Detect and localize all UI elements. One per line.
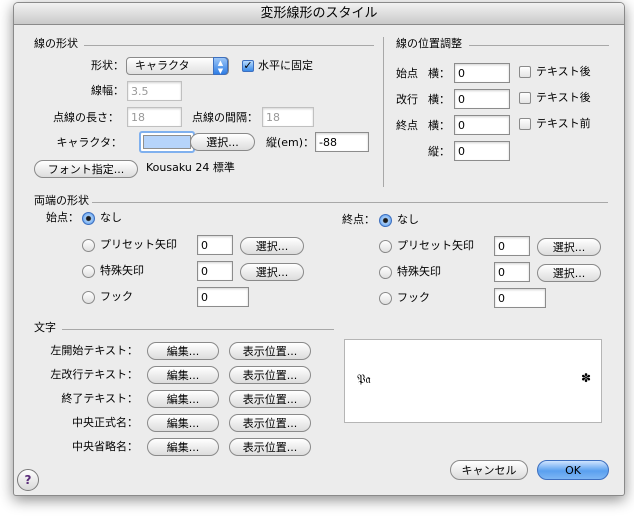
start-special-label: 特殊矢印 bbox=[100, 264, 144, 277]
pos-start-x-field[interactable]: 0 bbox=[454, 63, 510, 83]
start-preset-select-button[interactable]: 選択... bbox=[240, 237, 304, 255]
preview-start-glyph: 𝔓𝔞 bbox=[357, 372, 371, 386]
dash-gap-field[interactable]: 18 bbox=[262, 107, 314, 127]
vertical-em-label: 縦(em)： bbox=[266, 136, 315, 149]
start-preset-radio[interactable] bbox=[82, 239, 95, 252]
end-special-radio[interactable] bbox=[379, 266, 392, 279]
text-row-label-center-short: 中央省略名： bbox=[72, 440, 138, 453]
pos-row-start-axis: 横： bbox=[428, 67, 450, 80]
end-preset-select-button[interactable]: 選択... bbox=[537, 238, 601, 256]
divider bbox=[92, 202, 608, 203]
section-divider bbox=[383, 37, 384, 187]
start-preset-field[interactable]: 0 bbox=[197, 235, 233, 255]
start-preset-label: プリセット矢印 bbox=[100, 238, 177, 251]
start-hook-label: フック bbox=[100, 290, 133, 303]
dash-length-field[interactable]: 18 bbox=[127, 107, 182, 127]
popup-arrows-icon: ▲ ▼ bbox=[213, 57, 228, 75]
left-break-edit-button[interactable]: 編集... bbox=[147, 366, 219, 384]
character-swatch[interactable] bbox=[139, 131, 195, 153]
font-button[interactable]: フォント指定... bbox=[34, 160, 138, 178]
pos-end-checkbox[interactable] bbox=[519, 118, 531, 130]
text-row-label-center-formal: 中央正式名： bbox=[72, 416, 138, 429]
fix-horizontal-checkbox[interactable]: ✓ bbox=[242, 60, 254, 72]
end-special-field[interactable]: 0 bbox=[494, 262, 530, 282]
character-select-button[interactable]: 選択... bbox=[190, 133, 255, 151]
ok-button[interactable]: OK bbox=[537, 460, 609, 480]
vertical-em-field[interactable]: -88 bbox=[315, 132, 369, 152]
pos-row-start-label: 始点 bbox=[396, 67, 418, 80]
ends-start-label: 始点： bbox=[46, 211, 79, 224]
pos-row-break-axis: 横： bbox=[428, 93, 450, 106]
width-field[interactable]: 3.5 bbox=[127, 81, 182, 101]
start-hook-radio[interactable] bbox=[82, 291, 95, 304]
pos-break-x-field[interactable]: 0 bbox=[454, 89, 510, 109]
start-special-field[interactable]: 0 bbox=[197, 261, 233, 281]
pos-break-check-label: テキスト後 bbox=[536, 91, 591, 104]
font-info: Kousaku 24 標準 bbox=[146, 161, 235, 174]
center-formal-position-button[interactable]: 表示位置... bbox=[229, 414, 311, 432]
left-start-position-button[interactable]: 表示位置... bbox=[229, 342, 311, 360]
cancel-button[interactable]: キャンセル bbox=[450, 460, 528, 480]
pos-row-end-label: 終点 bbox=[396, 119, 418, 132]
end-special-label: 特殊矢印 bbox=[397, 265, 441, 278]
end-hook-label: フック bbox=[397, 291, 430, 304]
left-start-edit-button[interactable]: 編集... bbox=[147, 342, 219, 360]
fix-horizontal-label: 水平に固定 bbox=[258, 59, 313, 72]
end-none-label: なし bbox=[397, 213, 419, 226]
ends-end-label: 終点： bbox=[342, 213, 375, 226]
start-none-radio[interactable] bbox=[82, 212, 95, 225]
end-none-radio[interactable] bbox=[379, 214, 392, 227]
text-row-label-left-break: 左改行テキスト： bbox=[50, 368, 138, 381]
pos-end-x-field[interactable]: 0 bbox=[454, 115, 510, 135]
text-header: 文字 bbox=[34, 321, 56, 334]
end-hook-field[interactable]: 0 bbox=[494, 288, 546, 308]
start-special-radio[interactable] bbox=[82, 265, 95, 278]
text-row-label-end: 終了テキスト： bbox=[61, 392, 138, 405]
help-button[interactable]: ? bbox=[17, 469, 39, 491]
divider bbox=[469, 45, 609, 46]
shape-popup-value: キャラクタ bbox=[135, 59, 190, 72]
end-preset-field[interactable]: 0 bbox=[494, 236, 530, 256]
pos-vertical-field[interactable]: 0 bbox=[454, 141, 510, 161]
end-text-position-button[interactable]: 表示位置... bbox=[229, 390, 311, 408]
start-special-select-button[interactable]: 選択... bbox=[240, 263, 304, 281]
end-special-select-button[interactable]: 選択... bbox=[537, 264, 601, 282]
left-break-position-button[interactable]: 表示位置... bbox=[229, 366, 311, 384]
ends-header: 両端の形状 bbox=[34, 194, 89, 207]
preview-end-glyph: ✽ bbox=[581, 371, 592, 385]
pos-start-check-label: テキスト後 bbox=[536, 65, 591, 78]
dash-length-label: 点線の長さ： bbox=[53, 111, 119, 124]
pos-start-checkbox[interactable] bbox=[519, 66, 531, 78]
line-position-header: 線の位置調整 bbox=[396, 37, 462, 50]
end-hook-radio[interactable] bbox=[379, 292, 392, 305]
pos-end-check-label: テキスト前 bbox=[536, 117, 591, 130]
center-short-edit-button[interactable]: 編集... bbox=[147, 438, 219, 456]
pos-row-break-label: 改行 bbox=[396, 93, 418, 106]
line-shape-header: 線の形状 bbox=[34, 37, 78, 50]
end-text-edit-button[interactable]: 編集... bbox=[147, 390, 219, 408]
text-row-label-left-start: 左開始テキスト： bbox=[50, 344, 138, 357]
line-preview: 𝔓𝔞 ✽ bbox=[344, 339, 602, 423]
character-label: キャラクタ： bbox=[56, 136, 122, 149]
center-short-position-button[interactable]: 表示位置... bbox=[229, 438, 311, 456]
style-dialog: 変形線形のスタイル 線の形状 形状： キャラクタ ▲ ▼ ✓ 水平に固定 線幅： … bbox=[13, 2, 625, 496]
window-title: 変形線形のスタイル bbox=[14, 3, 624, 25]
end-preset-radio[interactable] bbox=[379, 240, 392, 253]
end-preset-label: プリセット矢印 bbox=[397, 239, 474, 252]
start-hook-field[interactable]: 0 bbox=[197, 287, 249, 307]
start-none-label: なし bbox=[100, 211, 122, 224]
width-label: 線幅： bbox=[91, 84, 124, 97]
swatch-fill bbox=[143, 135, 191, 149]
pos-row-end-axis: 横： bbox=[428, 119, 450, 132]
dash-gap-label: 点線の間隔： bbox=[192, 111, 258, 124]
shape-label: 形状： bbox=[91, 59, 124, 72]
center-formal-edit-button[interactable]: 編集... bbox=[147, 414, 219, 432]
divider bbox=[84, 45, 374, 46]
shape-popup[interactable]: キャラクタ ▲ ▼ bbox=[126, 57, 229, 75]
divider bbox=[62, 329, 334, 330]
pos-break-checkbox[interactable] bbox=[519, 92, 531, 104]
pos-vertical-label: 縦： bbox=[428, 145, 450, 158]
